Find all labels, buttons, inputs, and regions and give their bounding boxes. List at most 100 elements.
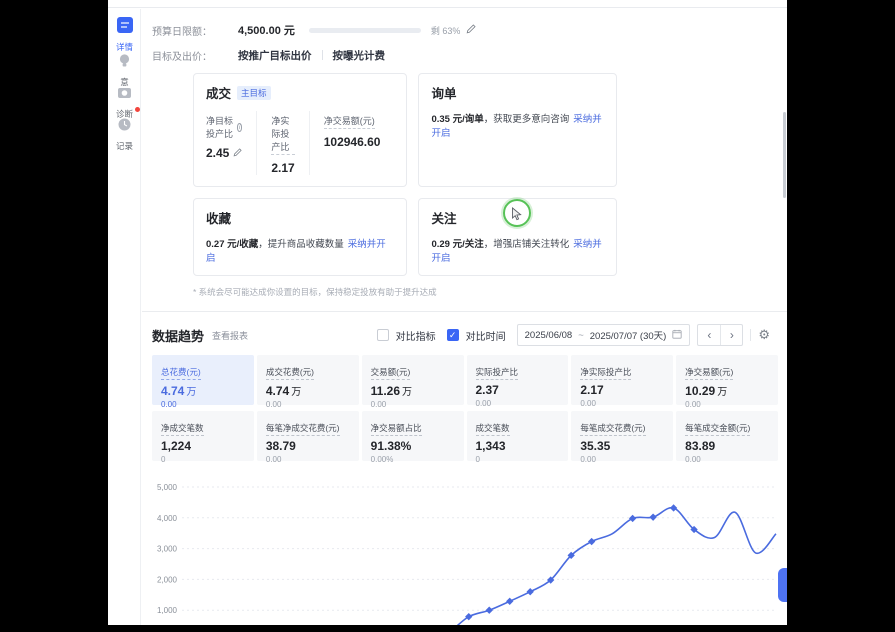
goal-card-title: 收藏 xyxy=(206,208,231,227)
mouse-cursor xyxy=(511,207,523,226)
metric-card-total-cost[interactable]: 总花费(元)4.74万0.00 xyxy=(152,355,254,405)
goal-metric: 净交易额(元) 102946.60 xyxy=(309,111,395,175)
goal-price: 0.29 元/关注 xyxy=(431,239,483,250)
metric-card-gmv[interactable]: 交易额(元)11.26万0.00 xyxy=(362,355,464,405)
metric-label: 净实际投产比 xyxy=(580,366,631,380)
gear-icon[interactable]: ⚙ xyxy=(758,327,770,343)
goal-desc: ，获取更多意向咨询 xyxy=(484,114,570,125)
sidebar-item-detail[interactable]: 详情 xyxy=(108,17,141,53)
goal-desc: ，提升商品收藏数量 xyxy=(258,239,344,250)
svg-text:4,000: 4,000 xyxy=(157,514,178,523)
goal-metric: 净实际投产比 2.17 xyxy=(256,111,308,175)
edit-pencil-icon[interactable] xyxy=(233,146,242,160)
metric-card-deal-cost[interactable]: 成交花费(元)4.74万0.00 xyxy=(257,355,359,405)
line-chart-canvas[interactable]: 01,0002,0003,0004,0005,0002025/07/082025… xyxy=(152,475,784,625)
goal-card-title: 成交 xyxy=(206,83,231,102)
metric-compare-value: 0 xyxy=(161,455,245,464)
campaign-detail-panel: 详情 意 诊断 记录 xyxy=(108,0,787,625)
metric-compare-value: 0.00 xyxy=(685,400,769,409)
main-content: 预算日限额： 4,500.00 元 剩 63% 目标及出价： 按推广目标出价 按… xyxy=(142,9,787,625)
budget-remaining: 剩 63% xyxy=(431,24,461,37)
date-separator: ~ xyxy=(578,330,584,341)
metric-compare-value: 0.00% xyxy=(371,455,455,464)
svg-text:2,000: 2,000 xyxy=(157,575,178,584)
promotion-detail-icon xyxy=(117,17,133,38)
metric-label: 交易额(元) xyxy=(371,366,411,380)
metric-card-amount-per-order[interactable]: 每笔成交金额(元)83.890.00 xyxy=(676,411,778,461)
idea-icon xyxy=(117,53,132,73)
metric-value: 38.79 xyxy=(266,439,296,453)
sidebar-item-idea[interactable]: 意 xyxy=(108,53,141,88)
prev-period-button[interactable]: ‹ xyxy=(698,325,720,345)
metric-value: 35.35 xyxy=(580,439,610,453)
view-report-link[interactable]: 查看报表 xyxy=(212,329,248,342)
goal-metric-value: 2.45 xyxy=(206,146,229,160)
metric-value: 2.17 xyxy=(580,383,603,397)
goal-metric: 净目标投产比i 2.45 xyxy=(206,111,256,175)
metric-compare-value: 0.00 xyxy=(685,455,769,464)
metric-compare-value: 0.00 xyxy=(580,399,664,408)
bid-option-by-impression[interactable]: 按曝光计费 xyxy=(333,48,386,63)
metric-unit: 万 xyxy=(717,387,727,398)
scrollbar-thumb[interactable] xyxy=(783,112,786,198)
metric-value: 4.74 xyxy=(266,384,289,398)
alert-dot xyxy=(135,107,140,112)
goal-cards: 成交 主目标 净目标投产比i 2.45 净实际投产比 2.17 xyxy=(193,73,617,276)
svg-text:5,000: 5,000 xyxy=(157,483,178,492)
floating-action-tab[interactable] xyxy=(778,568,787,602)
metric-compare-value: 0.00 xyxy=(371,400,455,409)
metric-card-net-gmv-ratio[interactable]: 净交易额占比 91.38% 0.00% xyxy=(362,411,464,461)
sidebar-item-diagnose[interactable]: 诊断 xyxy=(108,85,141,120)
sidebar-item-label: 详情 xyxy=(116,41,133,53)
bid-option-by-goal[interactable]: 按推广目标出价 xyxy=(238,48,312,63)
trend-header: 数据趋势 查看报表 对比指标 ✓ 对比时间 2025/06/08 ~ 2025/… xyxy=(152,324,787,346)
date-range-picker[interactable]: 2025/06/08 ~ 2025/07/07 (30天) xyxy=(517,324,691,346)
compare-metric-checkbox[interactable] xyxy=(377,329,389,341)
budget-progress-bar xyxy=(309,28,421,33)
metric-card-orders[interactable]: 成交笔数1,3430 xyxy=(467,411,569,461)
top-divider xyxy=(108,0,787,8)
metric-compare-value: 0.00 xyxy=(266,400,350,409)
sidebar: 详情 意 诊断 记录 xyxy=(108,9,141,625)
metric-label: 每笔成交花费(元) xyxy=(580,422,645,436)
metric-compare-value: 0 xyxy=(476,455,560,464)
next-period-button[interactable]: › xyxy=(720,325,742,345)
date-end: 2025/07/07 (30天) xyxy=(590,328,667,342)
goal-card-inquiry: 询单 0.35 元/询单，获取更多意向咨询采纳并开启 xyxy=(418,73,617,187)
compare-metric-label: 对比指标 xyxy=(396,328,436,343)
trend-chart: 01,0002,0003,0004,0005,0002025/07/082025… xyxy=(152,475,787,625)
metric-unit: 万 xyxy=(402,387,412,398)
metric-label: 净交易额占比 xyxy=(371,422,422,436)
edit-pencil-icon[interactable] xyxy=(466,21,476,39)
budget-value: 4,500.00 元 xyxy=(238,22,295,38)
metric-card-net-orders[interactable]: 净成交笔数1,2240 xyxy=(152,411,254,461)
goal-price: 0.27 元/收藏 xyxy=(206,239,258,250)
history-clock-icon xyxy=(117,117,132,137)
metric-label: 每笔成交金额(元) xyxy=(685,422,750,436)
metric-compare-value: 0.00 xyxy=(580,455,664,464)
info-icon[interactable]: i xyxy=(237,123,243,132)
compare-time-checkbox[interactable]: ✓ xyxy=(447,329,459,341)
divider xyxy=(322,50,323,60)
goal-card-title: 询单 xyxy=(431,83,456,102)
metric-card-cost-per-net-order[interactable]: 每笔净成交花费(元)38.790.00 xyxy=(257,411,359,461)
diagnose-camera-icon xyxy=(117,85,132,105)
primary-goal-badge: 主目标 xyxy=(237,86,271,100)
metric-card-cost-per-order[interactable]: 每笔成交花费(元) 35.35 0.00 xyxy=(571,411,673,461)
goal-metrics: 净目标投产比i 2.45 净实际投产比 2.17 净交易额(元) 102946.… xyxy=(206,111,394,175)
metric-card-net-roi[interactable]: 净实际投产比 2.17 0.00 xyxy=(571,355,673,405)
metric-unit: 万 xyxy=(291,387,301,398)
goal-metric-label: 净交易额(元) xyxy=(324,114,375,129)
metric-label: 实际投产比 xyxy=(476,366,519,380)
compare-time-label: 对比时间 xyxy=(466,328,506,343)
metric-value: 1,224 xyxy=(161,439,191,453)
sidebar-item-history[interactable]: 记录 xyxy=(108,117,141,152)
metric-card-net-gmv[interactable]: 净交易额(元)10.29万0.00 xyxy=(676,355,778,405)
svg-text:1,000: 1,000 xyxy=(157,606,178,615)
metric-label: 净交易额(元) xyxy=(685,366,733,380)
metric-card-roi[interactable]: 实际投产比2.370.00 xyxy=(467,355,569,405)
goal-metric-label: 净目标投产比 xyxy=(206,114,234,140)
metric-unit: 万 xyxy=(186,387,196,398)
metric-value: 4.74 xyxy=(161,384,184,398)
metric-value: 91.38% xyxy=(371,439,412,453)
